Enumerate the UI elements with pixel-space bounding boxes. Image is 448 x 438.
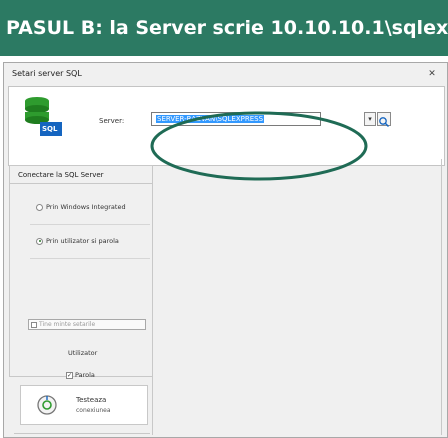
chevron-down-icon: ▾ — [368, 115, 372, 123]
radio-sql-auth[interactable]: Prin utilizator si parola — [36, 237, 152, 245]
server-panel: SQL Server: SERVER-RAZVAN\SQLEXPRESS ▾ — [8, 86, 445, 181]
server-input[interactable]: SERVER-RAZVAN\SQLEXPRESS — [151, 112, 321, 126]
test-connection-button[interactable]: Testeaza conexiunea — [20, 385, 148, 425]
dialog-title: Setari server SQL — [12, 69, 82, 78]
close-icon[interactable]: ✕ — [427, 69, 437, 79]
sql-settings-dialog: Setari server SQL ✕ SQL Server: SERVER-R… — [3, 62, 448, 438]
magnifier-icon — [379, 117, 390, 128]
divider — [30, 258, 150, 259]
radio-selected-icon — [36, 237, 43, 245]
server-dropdown-button[interactable]: ▾ — [364, 112, 376, 126]
remember-settings-checkbox[interactable]: Tine minte setarile — [28, 319, 146, 330]
user-label: Utilizator — [68, 349, 98, 357]
radio-icon — [36, 203, 43, 211]
test-label: Testeaza — [76, 396, 107, 404]
password-label: Parola — [75, 371, 95, 379]
browse-server-button[interactable] — [377, 112, 391, 128]
sql-badge-label: SQL — [42, 125, 58, 133]
panel-border — [441, 159, 442, 435]
radio-windows-label: Prin Windows Integrated — [46, 203, 126, 211]
radio-user-label: Prin utilizator si parola — [46, 237, 119, 245]
checkbox-icon — [31, 321, 37, 328]
radio-windows-auth[interactable]: Prin Windows Integrated — [36, 203, 152, 211]
server-value: SERVER-RAZVAN\SQLEXPRESS — [156, 115, 265, 123]
server-label: Server: — [99, 117, 125, 125]
test-sublabel: conexiunea — [76, 407, 111, 414]
divider — [30, 224, 150, 225]
remember-label: Tine minte setarile — [39, 321, 96, 328]
panel-border — [14, 433, 150, 434]
panel-border — [152, 165, 153, 435]
password-checkbox[interactable]: ✓ Parola — [66, 371, 95, 379]
test-connection-icon — [37, 395, 57, 415]
instruction-banner: PASUL B: la Server scrie 10.10.10.1\sqle… — [0, 0, 448, 56]
connection-section-title: Conectare la SQL Server — [10, 166, 152, 184]
check-icon: ✓ — [66, 371, 73, 379]
connection-panel: Conectare la SQL Server Prin Windows Int… — [9, 165, 153, 379]
